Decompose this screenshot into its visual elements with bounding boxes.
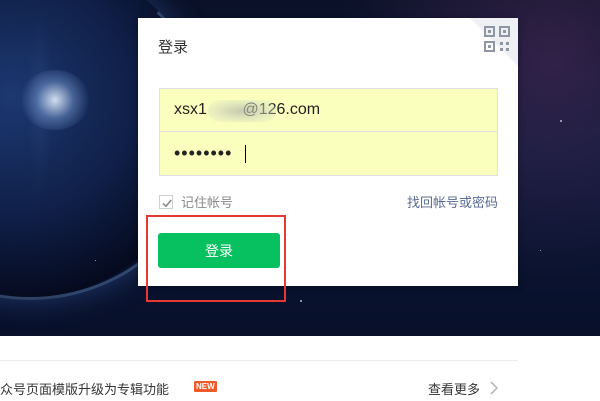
remember-label: 记住帐号 bbox=[181, 196, 234, 211]
password-input[interactable] bbox=[160, 132, 497, 175]
account-input[interactable] bbox=[160, 89, 497, 131]
login-card: 登录 记住帐号 找回帐号或密码 登录 bbox=[138, 18, 518, 286]
text-caret bbox=[245, 145, 246, 163]
star bbox=[95, 260, 96, 261]
planet-light-glow bbox=[20, 70, 90, 130]
star bbox=[540, 250, 541, 251]
forgot-account-link[interactable]: 找回帐号或密码 bbox=[407, 192, 498, 211]
chevron-right-icon[interactable] bbox=[490, 380, 499, 399]
login-button[interactable]: 登录 bbox=[158, 233, 280, 268]
checkmark-icon bbox=[162, 198, 172, 207]
star bbox=[300, 300, 302, 302]
checkbox-icon[interactable] bbox=[159, 194, 173, 209]
notice-text[interactable]: 众号页面模版升级为专辑功能 bbox=[0, 379, 169, 398]
new-badge: NEW bbox=[194, 381, 217, 392]
qr-code-icon[interactable] bbox=[484, 26, 510, 52]
login-title: 登录 bbox=[158, 38, 189, 56]
view-more-link[interactable]: 查看更多 bbox=[428, 379, 480, 398]
notice-bar: 众号页面模版升级为专辑功能 NEW 查看更多 bbox=[0, 360, 518, 401]
account-field[interactable] bbox=[159, 88, 498, 132]
star bbox=[560, 120, 562, 122]
password-field[interactable] bbox=[159, 132, 498, 176]
remember-account-toggle[interactable]: 记住帐号 bbox=[159, 192, 233, 211]
